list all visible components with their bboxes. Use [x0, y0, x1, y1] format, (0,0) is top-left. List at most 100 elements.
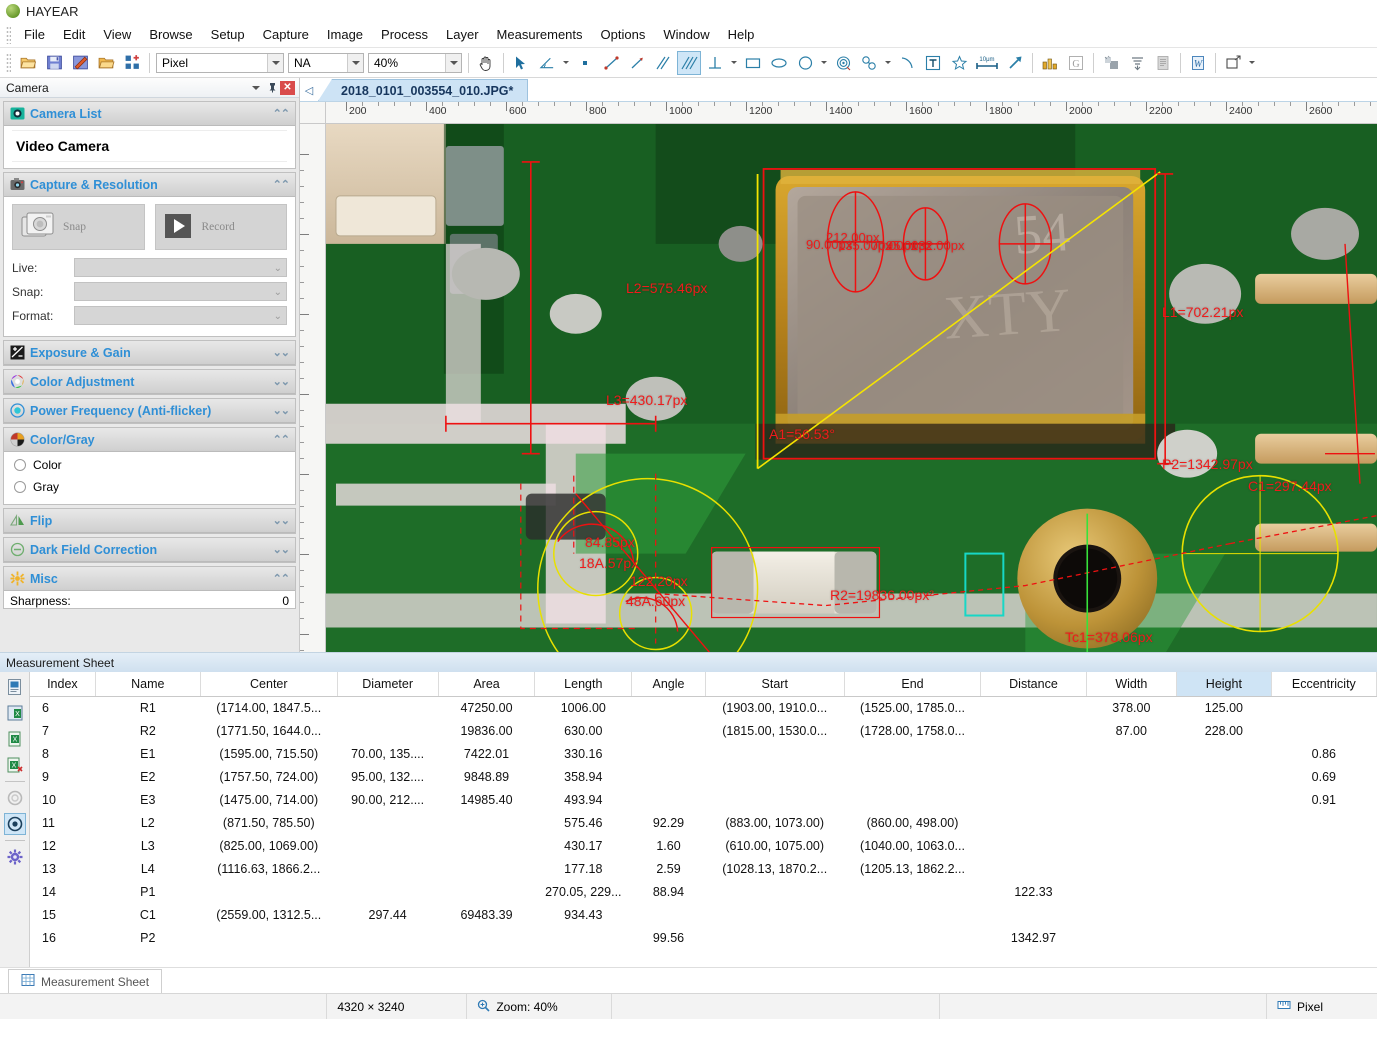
column-header-distance[interactable]: Distance [981, 672, 1086, 696]
menu-item-image[interactable]: Image [318, 23, 372, 46]
word-export-icon[interactable]: W [1186, 51, 1210, 75]
save-as-icon[interactable] [68, 51, 92, 75]
point-icon[interactable] [573, 51, 597, 75]
chevron-down-icon[interactable]: ⌄ [274, 263, 282, 274]
circle-select-icon[interactable] [4, 787, 26, 809]
table-row[interactable]: 6R1(1714.00, 1847.5...47250.001006.00(19… [30, 696, 1377, 719]
record-button[interactable]: Record [155, 204, 288, 250]
table-row[interactable]: 14P1270.05, 229...88.94122.33 [30, 880, 1377, 903]
panel-group-header[interactable]: Color/Gray⌃⌃ [4, 428, 295, 452]
pin-icon[interactable] [264, 80, 280, 96]
column-header-start[interactable]: Start [705, 672, 844, 696]
open-image-folder-icon[interactable] [94, 51, 118, 75]
rectangle-icon[interactable] [741, 51, 765, 75]
menu-drag-grip[interactable] [6, 26, 11, 44]
panel-group-header[interactable]: Color Adjustment⌄⌄ [4, 370, 295, 394]
chevron-down-icon[interactable]: ⌄⌄ [273, 375, 289, 388]
line-icon[interactable] [599, 51, 623, 75]
chevron-up-icon[interactable]: ⌃⌃ [273, 433, 289, 446]
arc3-label[interactable]: 122.20px [630, 573, 688, 589]
chevron-down-icon[interactable]: ⌄ [274, 311, 282, 322]
radio-row[interactable]: Color [12, 454, 287, 476]
column-header-length[interactable]: Length [535, 672, 632, 696]
table-row[interactable]: 13L4(1116.63, 1866.2...177.182.59(1028.1… [30, 857, 1377, 880]
polygon-star-icon[interactable] [947, 51, 971, 75]
menu-item-measurements[interactable]: Measurements [488, 23, 592, 46]
panel-group-header[interactable]: Power Frequency (Anti-flicker)⌄⌄ [4, 399, 295, 423]
table-row[interactable]: 16P299.561342.97 [30, 926, 1377, 949]
column-header-center[interactable]: Center [200, 672, 337, 696]
multi-parallel-lines-icon[interactable] [677, 51, 701, 75]
tab-measurement-sheet[interactable]: Measurement Sheet [8, 969, 162, 993]
R2-label[interactable]: R2=19836.00px² [830, 587, 934, 603]
field-select[interactable]: ⌄ [74, 258, 287, 277]
image-canvas[interactable]: 54 XTY [326, 124, 1377, 652]
column-header-eccentricity[interactable]: Eccentricity [1271, 672, 1376, 696]
radio-button[interactable] [14, 481, 26, 493]
chevron-up-icon[interactable]: ⌃⌃ [273, 107, 289, 120]
panel-group-header[interactable]: Capture & Resolution⌃⌃ [4, 173, 295, 197]
table-row[interactable]: 15C1(2559.00, 1312.5...297.4469483.39934… [30, 903, 1377, 926]
column-header-width[interactable]: Width [1086, 672, 1176, 696]
prev-tab-icon[interactable]: ◁ [300, 79, 318, 101]
table-row[interactable]: 12L3(825.00, 1069.00)430.171.60(610.00, … [30, 834, 1377, 857]
dock-menu-chevron-down-icon[interactable] [248, 80, 264, 96]
arrow-select-icon[interactable] [509, 51, 533, 75]
L1-label[interactable]: L1=702.21px [1162, 304, 1243, 320]
P2-label[interactable]: P2=1342.97px [1162, 456, 1253, 472]
menu-item-process[interactable]: Process [372, 23, 437, 46]
table-row[interactable]: 10E3(1475.00, 714.00)90.00, 212....14985… [30, 788, 1377, 811]
chain-dropdown-chevron-down-icon[interactable] [883, 51, 893, 75]
chart-icon[interactable] [1038, 51, 1062, 75]
panel-group-header[interactable]: Misc⌃⌃ [4, 567, 295, 591]
chevron-down-icon[interactable]: ⌄⌄ [273, 346, 289, 359]
export-report-icon[interactable] [4, 676, 26, 698]
batch-icon[interactable] [120, 51, 144, 75]
C1-label[interactable]: C1=297.44px [1248, 478, 1332, 494]
snap-button[interactable]: Snap [12, 204, 145, 250]
export-excel-sheet-icon[interactable]: X [4, 702, 26, 724]
parallel-lines-icon[interactable] [651, 51, 675, 75]
fullscreen-icon[interactable] [1221, 51, 1245, 75]
L3-label[interactable]: L3=430.17px [606, 392, 687, 408]
chevron-down-icon[interactable]: ⌄⌄ [273, 514, 289, 527]
column-header-height[interactable]: Height [1177, 672, 1272, 696]
settings-gear-icon[interactable] [4, 846, 26, 868]
report-icon[interactable] [1151, 51, 1175, 75]
menu-item-edit[interactable]: Edit [54, 23, 94, 46]
table-row[interactable]: 9E2(1757.50, 724.00)95.00, 132....9848.8… [30, 765, 1377, 788]
arrow-annotation-icon[interactable] [1003, 51, 1027, 75]
table-row[interactable]: 11L2(871.50, 785.50)575.4692.29(883.00, … [30, 811, 1377, 834]
menu-item-capture[interactable]: Capture [254, 23, 318, 46]
L2-label[interactable]: L2=575.46px [626, 280, 707, 296]
camera-list-item[interactable]: Video Camera [12, 130, 287, 162]
text-tool-icon[interactable] [921, 51, 945, 75]
unit-combo-chevron-down-icon[interactable] [267, 54, 283, 72]
panel-group-header[interactable]: Dark Field Correction⌄⌄ [4, 538, 295, 562]
column-header-name[interactable]: Name [95, 672, 200, 696]
document-tab[interactable]: 2018_0101_003554_010.JPG* [318, 79, 528, 101]
menu-item-browse[interactable]: Browse [140, 23, 201, 46]
close-icon[interactable]: ✕ [280, 81, 295, 95]
arc4-label[interactable]: 48A.60px [626, 593, 685, 609]
E-diameter-label-6[interactable]: 95.00px [886, 238, 932, 253]
arc1-label[interactable]: 84.85px [585, 534, 635, 550]
grayscale-g-icon[interactable]: G [1064, 51, 1088, 75]
open-folder-icon[interactable] [16, 51, 40, 75]
panel-group-header[interactable]: Camera List⌃⌃ [4, 102, 295, 126]
arrow-line-icon[interactable] [625, 51, 649, 75]
perpendicular-dropdown-chevron-down-icon[interactable] [729, 51, 739, 75]
Tc1-label[interactable]: Tc1=378.06px [1065, 629, 1153, 645]
scalebar-icon[interactable]: 10μm [973, 51, 1001, 75]
chevron-down-icon[interactable]: ⌄⌄ [273, 543, 289, 556]
stack-icon[interactable] [1125, 51, 1149, 75]
save-icon[interactable] [42, 51, 66, 75]
angle-icon[interactable] [535, 51, 559, 75]
calibration-combo[interactable]: NA [288, 53, 364, 73]
circle-icon[interactable] [793, 51, 817, 75]
panel-group-header[interactable]: Flip⌄⌄ [4, 509, 295, 533]
column-header-angle[interactable]: Angle [632, 672, 706, 696]
field-select[interactable]: ⌄ [74, 282, 287, 301]
radio-row[interactable]: Gray [12, 476, 287, 498]
arc-icon[interactable] [895, 51, 919, 75]
